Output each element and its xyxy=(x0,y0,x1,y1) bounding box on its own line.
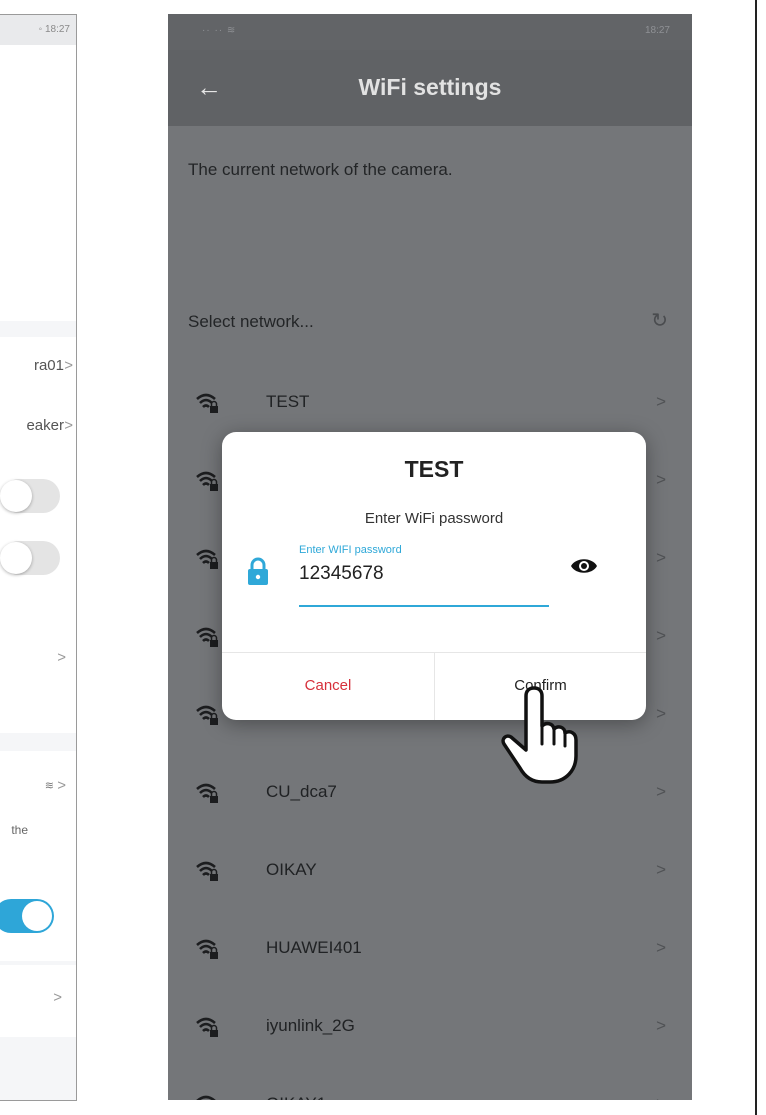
wifi-lock-icon xyxy=(196,393,218,413)
left-status-bar: ◦ 18:27 xyxy=(0,15,76,45)
input-underline xyxy=(299,605,549,607)
left-phone-screenshot: ◦ 18:27 ra01 > eaker > > ≋ > the > xyxy=(0,14,77,1101)
refresh-icon[interactable]: ↻ xyxy=(651,308,668,333)
wifi-lock-icon xyxy=(196,549,218,569)
network-name: HUAWEI401 xyxy=(266,938,362,957)
chevron-right-icon: > xyxy=(656,938,666,957)
wifi-icon: ≋ xyxy=(44,780,54,792)
password-dialog: TEST Enter WiFi password Enter WIFI pass… xyxy=(222,432,646,720)
divider-line xyxy=(755,0,757,1115)
network-row[interactable]: OIKAY > xyxy=(168,852,692,892)
password-input[interactable] xyxy=(299,563,549,585)
pointing-hand-cursor-icon xyxy=(501,686,578,784)
chevron-right-icon: > xyxy=(656,1094,666,1100)
left-row-last[interactable]: > xyxy=(0,965,76,1037)
network-name: TEST xyxy=(266,392,310,411)
chevron-right-icon: > xyxy=(57,649,66,666)
left-row-card[interactable]: > xyxy=(0,595,76,733)
toggle-switch-off[interactable] xyxy=(0,479,60,513)
chevron-right-icon: > xyxy=(64,357,73,374)
left-status-time: ◦ 18:27 xyxy=(38,24,70,35)
chevron-right-icon: > xyxy=(656,470,666,489)
wifi-lock-icon xyxy=(196,861,218,881)
network-row[interactable]: OIKAY1 > xyxy=(168,1086,692,1100)
wifi-lock-icon xyxy=(196,783,218,803)
wifi-lock-icon xyxy=(196,939,218,959)
toggle-switch-off[interactable] xyxy=(0,541,60,575)
lock-icon xyxy=(248,557,268,585)
status-signal: ·· ·· ≋ xyxy=(202,25,237,36)
network-name: OIKAY1 xyxy=(266,1094,326,1100)
status-bar: ·· ·· ≋ 18:27 xyxy=(168,14,692,50)
network-row[interactable]: iyunlink_2G > xyxy=(168,1008,692,1048)
wifi-lock-icon xyxy=(196,1095,216,1100)
password-field-label: Enter WIFI password xyxy=(299,544,402,556)
cancel-button[interactable]: Cancel xyxy=(222,652,434,720)
chevron-right-icon: > xyxy=(656,860,666,879)
chevron-right-icon: > xyxy=(656,626,666,645)
left-top-panel xyxy=(0,45,76,321)
left-toggle-card xyxy=(0,455,76,595)
chevron-right-icon: > xyxy=(57,777,66,794)
network-name: iyunlink_2G xyxy=(266,1016,355,1035)
dialog-title: TEST xyxy=(404,456,464,482)
chevron-right-icon: > xyxy=(64,417,73,434)
eye-icon[interactable] xyxy=(570,556,598,576)
chevron-right-icon: > xyxy=(53,989,62,1006)
network-row[interactable]: TEST > xyxy=(168,384,692,424)
app-bar: ← WiFi settings xyxy=(168,50,692,126)
wifi-lock-icon xyxy=(196,705,218,725)
dialog-subtitle: Enter WiFi password xyxy=(364,510,504,527)
wifi-lock-icon xyxy=(196,627,218,647)
chevron-right-icon: > xyxy=(656,704,666,723)
network-name: CU_dca7 xyxy=(266,782,337,801)
chevron-right-icon: > xyxy=(656,1016,666,1035)
network-row[interactable]: HUAWEI401 > xyxy=(168,930,692,970)
status-time: 18:27 xyxy=(644,25,670,36)
network-name: OIKAY xyxy=(266,860,317,879)
wifi-lock-icon xyxy=(196,1017,218,1037)
page-title: WiFi settings xyxy=(358,74,502,100)
current-network-label: The current network of the camera. xyxy=(188,160,453,179)
chevron-right-icon: > xyxy=(656,548,666,567)
chevron-right-icon: > xyxy=(656,392,666,411)
select-network-label: Select network... xyxy=(188,312,314,331)
network-row[interactable]: CU_dca7 > xyxy=(168,774,692,814)
left-settings-card: ra01 > eaker > xyxy=(0,337,76,455)
toggle-switch-on[interactable] xyxy=(0,899,54,933)
left-wifi-card: ≋ > the xyxy=(0,751,76,961)
wifi-lock-icon xyxy=(196,471,218,491)
chevron-right-icon: > xyxy=(656,782,666,801)
